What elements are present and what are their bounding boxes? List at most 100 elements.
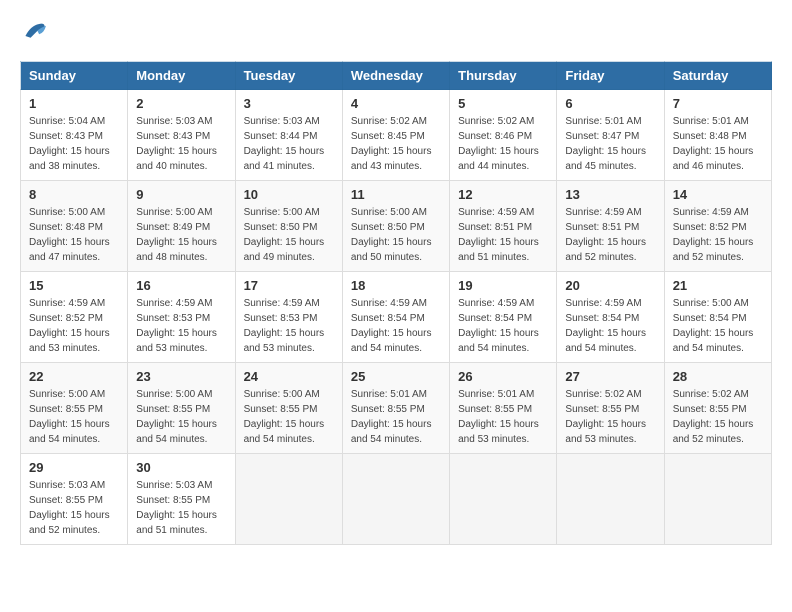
calendar-cell: 30 Sunrise: 5:03 AMSunset: 8:55 PMDayligh… [128,454,235,545]
calendar-cell [664,454,771,545]
day-number: 8 [29,187,119,202]
calendar-cell: 25Sunrise: 5:01 AMSunset: 8:55 PMDayligh… [342,363,449,454]
day-number: 15 [29,278,119,293]
day-info: Sunrise: 4:59 AMSunset: 8:53 PMDaylight:… [244,296,334,356]
calendar-cell: 1 Sunrise: 5:04 AMSunset: 8:43 PMDaylight… [21,90,128,181]
day-info: Sunrise: 5:02 AMSunset: 8:55 PMDaylight:… [673,387,763,447]
day-info: Sunrise: 5:02 AMSunset: 8:46 PMDaylight:… [458,114,548,174]
calendar-cell: 3 Sunrise: 5:03 AMSunset: 8:44 PMDaylight… [235,90,342,181]
day-number: 26 [458,369,548,384]
day-number: 7 [673,96,763,111]
week-row-4: 22 Sunrise: 5:00 AMSunset: 8:55 PMDayligh… [21,363,772,454]
day-info: Sunrise: 4:59 AMSunset: 8:52 PMDaylight:… [673,205,763,265]
calendar-cell: 18 Sunrise: 4:59 AMSunset: 8:54 PMDayligh… [342,272,449,363]
logo-bird-icon [22,20,46,40]
calendar-cell: 2 Sunrise: 5:03 AMSunset: 8:43 PMDaylight… [128,90,235,181]
calendar-cell: 8Sunrise: 5:00 AMSunset: 8:48 PMDaylight… [21,181,128,272]
calendar-cell: 15 Sunrise: 4:59 AMSunset: 8:52 PMDayligh… [21,272,128,363]
calendar-cell: 17 Sunrise: 4:59 AMSunset: 8:53 PMDayligh… [235,272,342,363]
calendar-cell: 13Sunrise: 4:59 AMSunset: 8:51 PMDayligh… [557,181,664,272]
day-number: 17 [244,278,334,293]
logo [20,20,50,45]
day-info: Sunrise: 5:00 AMSunset: 8:50 PMDaylight:… [244,205,334,265]
calendar-cell: 29 Sunrise: 5:03 AMSunset: 8:55 PMDayligh… [21,454,128,545]
day-number: 3 [244,96,334,111]
day-info: Sunrise: 5:00 AMSunset: 8:55 PMDaylight:… [29,387,119,447]
day-info: Sunrise: 4:59 AMSunset: 8:53 PMDaylight:… [136,296,226,356]
day-number: 9 [136,187,226,202]
day-info: Sunrise: 5:02 AMSunset: 8:55 PMDaylight:… [565,387,655,447]
week-row-5: 29 Sunrise: 5:03 AMSunset: 8:55 PMDayligh… [21,454,772,545]
day-info: Sunrise: 5:03 AMSunset: 8:44 PMDaylight:… [244,114,334,174]
week-row-1: 1 Sunrise: 5:04 AMSunset: 8:43 PMDaylight… [21,90,772,181]
day-info: Sunrise: 5:00 AMSunset: 8:50 PMDaylight:… [351,205,441,265]
calendar-cell: 11 Sunrise: 5:00 AMSunset: 8:50 PMDayligh… [342,181,449,272]
calendar-cell: 20 Sunrise: 4:59 AMSunset: 8:54 PMDayligh… [557,272,664,363]
day-number: 14 [673,187,763,202]
day-number: 18 [351,278,441,293]
day-number: 21 [673,278,763,293]
calendar-cell [342,454,449,545]
day-number: 29 [29,460,119,475]
week-row-2: 8Sunrise: 5:00 AMSunset: 8:48 PMDaylight… [21,181,772,272]
day-number: 24 [244,369,334,384]
weekday-header-saturday: Saturday [664,62,771,90]
day-info: Sunrise: 4:59 AMSunset: 8:54 PMDaylight:… [565,296,655,356]
day-number: 30 [136,460,226,475]
weekday-header-tuesday: Tuesday [235,62,342,90]
calendar-cell: 21 Sunrise: 5:00 AMSunset: 8:54 PMDayligh… [664,272,771,363]
calendar-cell: 26 Sunrise: 5:01 AMSunset: 8:55 PMDayligh… [450,363,557,454]
calendar-cell: 28 Sunrise: 5:02 AMSunset: 8:55 PMDayligh… [664,363,771,454]
calendar-cell: 6 Sunrise: 5:01 AMSunset: 8:47 PMDaylight… [557,90,664,181]
day-number: 6 [565,96,655,111]
calendar-table: SundayMondayTuesdayWednesdayThursdayFrid… [20,61,772,545]
weekday-header-thursday: Thursday [450,62,557,90]
header [20,20,772,45]
weekday-header-row: SundayMondayTuesdayWednesdayThursdayFrid… [21,62,772,90]
calendar-cell: 23 Sunrise: 5:00 AMSunset: 8:55 PMDayligh… [128,363,235,454]
calendar-cell: 10 Sunrise: 5:00 AMSunset: 8:50 PMDayligh… [235,181,342,272]
day-info: Sunrise: 5:00 AMSunset: 8:55 PMDaylight:… [136,387,226,447]
day-info: Sunrise: 5:01 AMSunset: 8:55 PMDaylight:… [458,387,548,447]
day-info: Sunrise: 5:02 AMSunset: 8:45 PMDaylight:… [351,114,441,174]
day-info: Sunrise: 5:01 AMSunset: 8:48 PMDaylight:… [673,114,763,174]
day-number: 13 [565,187,655,202]
day-number: 19 [458,278,548,293]
day-info: Sunrise: 4:59 AMSunset: 8:51 PMDaylight:… [458,205,548,265]
day-info: Sunrise: 4:59 AMSunset: 8:52 PMDaylight:… [29,296,119,356]
day-info: Sunrise: 5:04 AMSunset: 8:43 PMDaylight:… [29,114,119,174]
day-info: Sunrise: 5:00 AMSunset: 8:49 PMDaylight:… [136,205,226,265]
calendar-cell: 22 Sunrise: 5:00 AMSunset: 8:55 PMDayligh… [21,363,128,454]
day-number: 22 [29,369,119,384]
day-number: 16 [136,278,226,293]
calendar-cell [450,454,557,545]
calendar-cell: 14 Sunrise: 4:59 AMSunset: 8:52 PMDayligh… [664,181,771,272]
day-number: 5 [458,96,548,111]
weekday-header-sunday: Sunday [21,62,128,90]
day-number: 10 [244,187,334,202]
calendar-cell: 24Sunrise: 5:00 AMSunset: 8:55 PMDayligh… [235,363,342,454]
day-number: 27 [565,369,655,384]
day-number: 1 [29,96,119,111]
day-info: Sunrise: 5:03 AMSunset: 8:55 PMDaylight:… [29,478,119,538]
day-number: 20 [565,278,655,293]
day-number: 11 [351,187,441,202]
day-number: 4 [351,96,441,111]
weekday-header-wednesday: Wednesday [342,62,449,90]
day-number: 12 [458,187,548,202]
day-info: Sunrise: 5:03 AMSunset: 8:55 PMDaylight:… [136,478,226,538]
calendar-cell: 19 Sunrise: 4:59 AMSunset: 8:54 PMDayligh… [450,272,557,363]
day-info: Sunrise: 5:00 AMSunset: 8:54 PMDaylight:… [673,296,763,356]
day-number: 23 [136,369,226,384]
day-number: 2 [136,96,226,111]
day-info: Sunrise: 5:01 AMSunset: 8:55 PMDaylight:… [351,387,441,447]
day-info: Sunrise: 4:59 AMSunset: 8:54 PMDaylight:… [351,296,441,356]
day-info: Sunrise: 5:03 AMSunset: 8:43 PMDaylight:… [136,114,226,174]
day-number: 28 [673,369,763,384]
calendar-cell: 27 Sunrise: 5:02 AMSunset: 8:55 PMDayligh… [557,363,664,454]
calendar-cell: 7 Sunrise: 5:01 AMSunset: 8:48 PMDaylight… [664,90,771,181]
calendar-cell: 16 Sunrise: 4:59 AMSunset: 8:53 PMDayligh… [128,272,235,363]
calendar-cell: 4 Sunrise: 5:02 AMSunset: 8:45 PMDaylight… [342,90,449,181]
day-info: Sunrise: 4:59 AMSunset: 8:54 PMDaylight:… [458,296,548,356]
day-info: Sunrise: 5:01 AMSunset: 8:47 PMDaylight:… [565,114,655,174]
